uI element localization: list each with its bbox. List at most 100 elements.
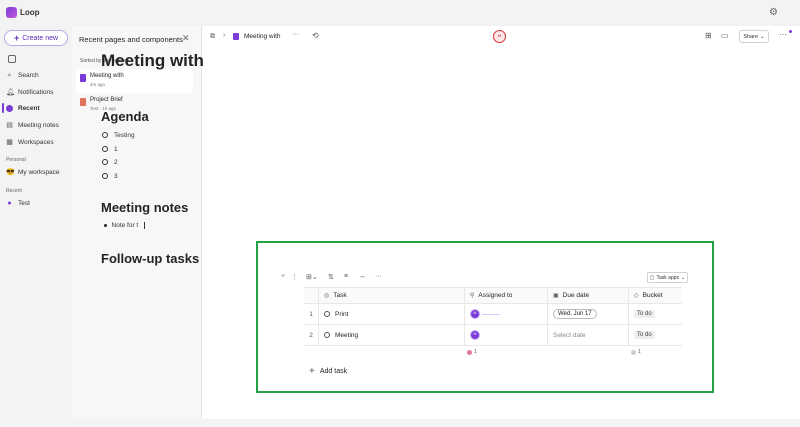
add-task-button[interactable]: + Add task (309, 366, 347, 377)
collapse-sidebar-icon[interactable] (8, 55, 16, 63)
create-new-button[interactable]: + Create new (4, 30, 68, 46)
agenda-item[interactable]: 1 (102, 144, 118, 154)
radio-circle-icon[interactable] (102, 159, 108, 165)
avatar[interactable]: M (470, 309, 480, 319)
sidebar-item-label: Workspaces (18, 138, 54, 146)
sidebar-item-test[interactable]: ● Test (6, 196, 30, 210)
complete-task-checkbox[interactable] (324, 332, 330, 338)
sidebar-item-my-workspace[interactable]: 😎 My workspace (6, 165, 60, 179)
bucket-cell[interactable]: To do (628, 325, 682, 345)
due-date-column-header[interactable]: ▣ Due date (547, 288, 628, 303)
add-icon[interactable]: + (281, 273, 285, 280)
row-number: 1 (309, 310, 313, 318)
sort-icon[interactable]: ⇅ (328, 273, 334, 281)
person-icon: ⚲ (470, 293, 475, 299)
history-icon[interactable]: ⟲ (312, 31, 319, 40)
meeting-notes-heading[interactable]: Meeting notes (101, 200, 188, 215)
chevron-down-icon: ⌄ (760, 33, 765, 40)
sidebar-item-notifications[interactable]: 🔔︎ Notifications (6, 85, 53, 99)
more-icon[interactable]: ··· (292, 31, 299, 38)
avatar[interactable]: M (470, 330, 480, 340)
due-date-cell[interactable]: Select date (547, 325, 628, 345)
due-date-placeholder[interactable]: Select date (553, 332, 586, 339)
text-cursor (144, 222, 146, 229)
table-view-icon[interactable]: ⊞⌄ (306, 273, 318, 281)
more-icon[interactable]: ··· (375, 273, 382, 280)
radio-circle-icon[interactable] (102, 132, 108, 138)
calendar-icon: ▣ (553, 293, 559, 299)
agenda-item[interactable]: Testing (102, 130, 135, 140)
assignee-cell[interactable]: M (464, 325, 547, 345)
sidebar-item-meeting-notes[interactable]: ▤ Meeting notes (6, 118, 59, 132)
agenda-heading[interactable]: Agenda (101, 109, 149, 124)
sidebar-item-label: Search (18, 71, 39, 79)
page-icon (80, 98, 86, 106)
search-icon: ⌕ (7, 71, 12, 79)
settings-gear-icon[interactable]: ⚙ (768, 7, 779, 18)
loop-logo-icon (6, 7, 17, 18)
comments-icon[interactable]: ▭ (721, 31, 729, 40)
title-bar: Loop ⚙ (0, 0, 800, 26)
sidebar-item-workspaces[interactable]: ▦ Workspaces (6, 135, 54, 149)
sidebar-item-recent[interactable]: Recent (6, 101, 40, 115)
bucket-cell[interactable]: To do (628, 304, 682, 324)
radio-circle-icon[interactable] (102, 173, 108, 179)
recent-panel-title: Recent pages and components (79, 35, 183, 44)
due-date-value[interactable]: Wed, Jun 17 (553, 309, 597, 319)
agenda-item-text: 3 (114, 172, 118, 180)
recent-item-meta: 4m ago (90, 82, 106, 87)
agenda-item[interactable]: 2 (102, 157, 118, 167)
due-date-cell[interactable]: Wed, Jun 17 (547, 304, 628, 324)
share-label: Share (743, 33, 759, 40)
sidebar-item-search[interactable]: ⌕ Search (6, 68, 39, 82)
task-cell[interactable]: Meeting (318, 325, 464, 345)
followup-heading[interactable]: Follow-up tasks (101, 251, 199, 266)
add-task-label: Add task (319, 368, 348, 375)
agenda-item[interactable]: 3 (102, 171, 118, 181)
notes-icon: ▤ (6, 121, 13, 129)
workspace-icon: ● (7, 199, 12, 207)
radio-circle-icon[interactable] (102, 146, 108, 152)
components-icon[interactable]: ⊞ (705, 31, 712, 40)
avatar[interactable]: M (493, 30, 506, 43)
more-options-button[interactable]: ··· (779, 30, 787, 39)
task-cell[interactable]: Print (318, 304, 464, 324)
page-title[interactable]: Meeting with (101, 51, 204, 71)
columns-icon[interactable]: ↔ (359, 273, 366, 280)
create-new-label: Create new (22, 34, 59, 42)
bucket-summary: 1 (631, 349, 641, 355)
assignee-underline (482, 313, 500, 315)
share-button[interactable]: Share ⌄ (739, 30, 769, 43)
document-toolbar: ⧉ › Meeting with ··· ⟲ M ⊞ ▭ Share ⌄ ··· (202, 26, 800, 48)
note-text: Note for t (111, 222, 139, 229)
breadcrumb[interactable]: Meeting with (244, 33, 281, 40)
workspace-icon[interactable]: ⧉ (210, 33, 215, 41)
table-row: 1 Print M Wed, Jun 17 To do (304, 304, 682, 325)
app-title: Loop (20, 8, 40, 17)
complete-task-checkbox[interactable] (324, 311, 330, 317)
recent-item-meeting-with[interactable]: Meeting with 4m ago (76, 69, 193, 93)
header-label: Due date (562, 292, 590, 299)
close-icon[interactable]: ✕ (182, 33, 190, 44)
task-column-header[interactable]: ◎ Task (318, 288, 464, 303)
plus-icon: + (309, 366, 315, 377)
assignee-cell[interactable]: M (464, 304, 547, 324)
tag-icon: ◇ (634, 293, 639, 299)
note-bullet[interactable]: Note for t (104, 222, 146, 229)
chevron-right-icon: › (223, 32, 226, 39)
bucket-value[interactable]: To do (634, 331, 655, 339)
summary-count: 1 (474, 349, 477, 355)
agenda-item-text: Testing (114, 131, 135, 139)
bucket-column-header[interactable]: ◇ Bucket (628, 288, 682, 303)
document-area: ⧉ › Meeting with ··· ⟲ M ⊞ ▭ Share ⌄ ··· (202, 26, 800, 419)
row-number-header (304, 288, 318, 303)
filter-icon[interactable]: ≡ (344, 273, 348, 280)
active-indicator (2, 103, 4, 113)
recent-icon (6, 104, 13, 112)
bucket-value[interactable]: To do (634, 310, 655, 318)
notification-dot (789, 30, 792, 33)
left-sidebar: + Create new ⌕ Search 🔔︎ Notifications R… (0, 26, 72, 427)
drag-handle-icon[interactable]: ⋮ (291, 273, 298, 281)
assigned-column-header[interactable]: ⚲ Assigned to (464, 288, 547, 303)
task-apps-button[interactable]: ▢ Task apps ⌄ (647, 272, 688, 283)
